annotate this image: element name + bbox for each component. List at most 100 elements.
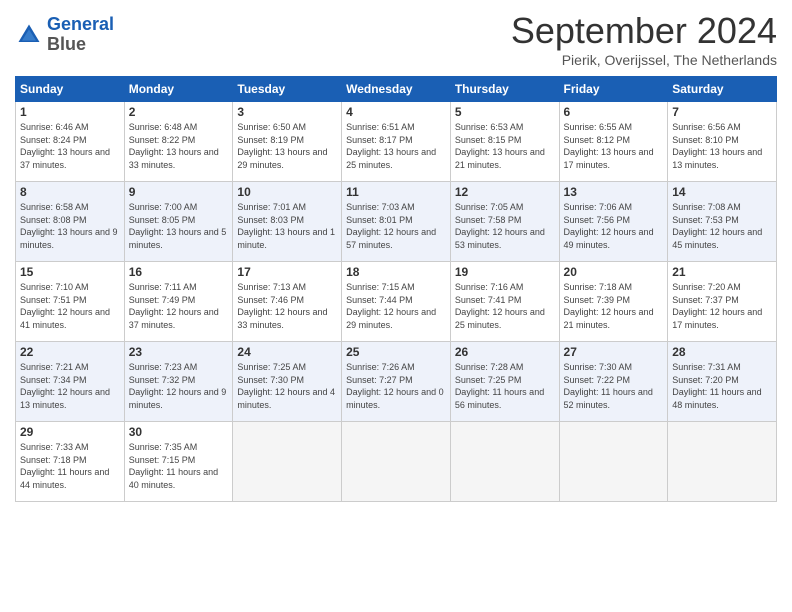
sunset: Sunset: 7:32 PM — [129, 375, 196, 385]
day-info: Sunrise: 6:55 AM Sunset: 8:12 PM Dayligh… — [564, 121, 664, 171]
calendar-cell: 13 Sunrise: 7:06 AM Sunset: 7:56 PM Dayl… — [559, 182, 668, 262]
sunrise: Sunrise: 7:01 AM — [237, 202, 306, 212]
day-number: 8 — [20, 185, 120, 199]
sunset: Sunset: 7:39 PM — [564, 295, 631, 305]
sunrise: Sunrise: 7:18 AM — [564, 282, 633, 292]
calendar-cell — [450, 422, 559, 502]
day-info: Sunrise: 7:13 AM Sunset: 7:46 PM Dayligh… — [237, 281, 337, 331]
col-tuesday: Tuesday — [233, 77, 342, 102]
day-info: Sunrise: 6:58 AM Sunset: 8:08 PM Dayligh… — [20, 201, 120, 251]
day-number: 17 — [237, 265, 337, 279]
col-monday: Monday — [124, 77, 233, 102]
sunset: Sunset: 7:46 PM — [237, 295, 304, 305]
day-info: Sunrise: 7:03 AM Sunset: 8:01 PM Dayligh… — [346, 201, 446, 251]
day-info: Sunrise: 7:28 AM Sunset: 7:25 PM Dayligh… — [455, 361, 555, 411]
calendar-cell: 11 Sunrise: 7:03 AM Sunset: 8:01 PM Dayl… — [342, 182, 451, 262]
day-number: 6 — [564, 105, 664, 119]
calendar-cell: 25 Sunrise: 7:26 AM Sunset: 7:27 PM Dayl… — [342, 342, 451, 422]
sunrise: Sunrise: 6:50 AM — [237, 122, 306, 132]
calendar-cell — [668, 422, 777, 502]
day-info: Sunrise: 7:16 AM Sunset: 7:41 PM Dayligh… — [455, 281, 555, 331]
day-info: Sunrise: 6:56 AM Sunset: 8:10 PM Dayligh… — [672, 121, 772, 171]
day-info: Sunrise: 7:25 AM Sunset: 7:30 PM Dayligh… — [237, 361, 337, 411]
day-info: Sunrise: 7:05 AM Sunset: 7:58 PM Dayligh… — [455, 201, 555, 251]
sunset: Sunset: 7:34 PM — [20, 375, 87, 385]
day-number: 13 — [564, 185, 664, 199]
calendar-cell — [342, 422, 451, 502]
sunrise: Sunrise: 7:15 AM — [346, 282, 415, 292]
calendar-cell: 26 Sunrise: 7:28 AM Sunset: 7:25 PM Dayl… — [450, 342, 559, 422]
daylight: Daylight: 12 hours and 13 minutes. — [20, 387, 110, 410]
calendar-cell: 3 Sunrise: 6:50 AM Sunset: 8:19 PM Dayli… — [233, 102, 342, 182]
sunset: Sunset: 8:08 PM — [20, 215, 87, 225]
calendar-cell: 30 Sunrise: 7:35 AM Sunset: 7:15 PM Dayl… — [124, 422, 233, 502]
day-number: 1 — [20, 105, 120, 119]
title-area: September 2024 Pierik, Overijssel, The N… — [511, 10, 777, 68]
sunrise: Sunrise: 7:08 AM — [672, 202, 741, 212]
day-number: 14 — [672, 185, 772, 199]
day-info: Sunrise: 7:26 AM Sunset: 7:27 PM Dayligh… — [346, 361, 446, 411]
calendar-cell: 6 Sunrise: 6:55 AM Sunset: 8:12 PM Dayli… — [559, 102, 668, 182]
day-number: 24 — [237, 345, 337, 359]
day-number: 27 — [564, 345, 664, 359]
sunrise: Sunrise: 7:16 AM — [455, 282, 524, 292]
calendar-cell: 7 Sunrise: 6:56 AM Sunset: 8:10 PM Dayli… — [668, 102, 777, 182]
calendar-cell: 22 Sunrise: 7:21 AM Sunset: 7:34 PM Dayl… — [16, 342, 125, 422]
sunset: Sunset: 8:10 PM — [672, 135, 739, 145]
calendar-cell: 21 Sunrise: 7:20 AM Sunset: 7:37 PM Dayl… — [668, 262, 777, 342]
sunrise: Sunrise: 7:33 AM — [20, 442, 89, 452]
sunrise: Sunrise: 7:03 AM — [346, 202, 415, 212]
sunrise: Sunrise: 7:21 AM — [20, 362, 89, 372]
calendar-cell: 27 Sunrise: 7:30 AM Sunset: 7:22 PM Dayl… — [559, 342, 668, 422]
calendar-cell: 16 Sunrise: 7:11 AM Sunset: 7:49 PM Dayl… — [124, 262, 233, 342]
day-number: 23 — [129, 345, 229, 359]
day-number: 10 — [237, 185, 337, 199]
sunrise: Sunrise: 7:26 AM — [346, 362, 415, 372]
day-number: 5 — [455, 105, 555, 119]
day-info: Sunrise: 7:08 AM Sunset: 7:53 PM Dayligh… — [672, 201, 772, 251]
sunrise: Sunrise: 7:00 AM — [129, 202, 198, 212]
sunset: Sunset: 7:41 PM — [455, 295, 522, 305]
daylight: Daylight: 11 hours and 48 minutes. — [672, 387, 761, 410]
day-number: 19 — [455, 265, 555, 279]
day-number: 18 — [346, 265, 446, 279]
sunrise: Sunrise: 7:13 AM — [237, 282, 306, 292]
sunrise: Sunrise: 7:05 AM — [455, 202, 524, 212]
location-title: Pierik, Overijssel, The Netherlands — [511, 52, 777, 68]
calendar-cell: 20 Sunrise: 7:18 AM Sunset: 7:39 PM Dayl… — [559, 262, 668, 342]
sunset: Sunset: 7:58 PM — [455, 215, 522, 225]
col-saturday: Saturday — [668, 77, 777, 102]
day-info: Sunrise: 7:33 AM Sunset: 7:18 PM Dayligh… — [20, 441, 120, 491]
day-info: Sunrise: 7:23 AM Sunset: 7:32 PM Dayligh… — [129, 361, 229, 411]
day-info: Sunrise: 6:50 AM Sunset: 8:19 PM Dayligh… — [237, 121, 337, 171]
day-info: Sunrise: 7:00 AM Sunset: 8:05 PM Dayligh… — [129, 201, 229, 251]
sunrise: Sunrise: 7:31 AM — [672, 362, 741, 372]
daylight: Daylight: 13 hours and 1 minute. — [237, 227, 335, 250]
sunrise: Sunrise: 7:30 AM — [564, 362, 633, 372]
day-info: Sunrise: 7:35 AM Sunset: 7:15 PM Dayligh… — [129, 441, 229, 491]
calendar-week-4: 22 Sunrise: 7:21 AM Sunset: 7:34 PM Dayl… — [16, 342, 777, 422]
daylight: Daylight: 11 hours and 40 minutes. — [129, 467, 218, 490]
logo-icon — [15, 21, 43, 49]
daylight: Daylight: 12 hours and 9 minutes. — [129, 387, 227, 410]
sunrise: Sunrise: 7:20 AM — [672, 282, 741, 292]
sunrise: Sunrise: 6:48 AM — [129, 122, 198, 132]
sunset: Sunset: 8:24 PM — [20, 135, 87, 145]
daylight: Daylight: 12 hours and 25 minutes. — [455, 307, 545, 330]
calendar-cell — [233, 422, 342, 502]
day-info: Sunrise: 6:51 AM Sunset: 8:17 PM Dayligh… — [346, 121, 446, 171]
calendar-cell: 10 Sunrise: 7:01 AM Sunset: 8:03 PM Dayl… — [233, 182, 342, 262]
sunset: Sunset: 7:18 PM — [20, 455, 87, 465]
day-number: 9 — [129, 185, 229, 199]
calendar-week-2: 8 Sunrise: 6:58 AM Sunset: 8:08 PM Dayli… — [16, 182, 777, 262]
sunrise: Sunrise: 7:10 AM — [20, 282, 89, 292]
sunset: Sunset: 7:44 PM — [346, 295, 413, 305]
calendar-cell: 5 Sunrise: 6:53 AM Sunset: 8:15 PM Dayli… — [450, 102, 559, 182]
daylight: Daylight: 13 hours and 9 minutes. — [20, 227, 118, 250]
day-info: Sunrise: 7:10 AM Sunset: 7:51 PM Dayligh… — [20, 281, 120, 331]
day-info: Sunrise: 7:15 AM Sunset: 7:44 PM Dayligh… — [346, 281, 446, 331]
daylight: Daylight: 12 hours and 37 minutes. — [129, 307, 219, 330]
day-number: 12 — [455, 185, 555, 199]
sunrise: Sunrise: 6:55 AM — [564, 122, 633, 132]
calendar-cell: 2 Sunrise: 6:48 AM Sunset: 8:22 PM Dayli… — [124, 102, 233, 182]
